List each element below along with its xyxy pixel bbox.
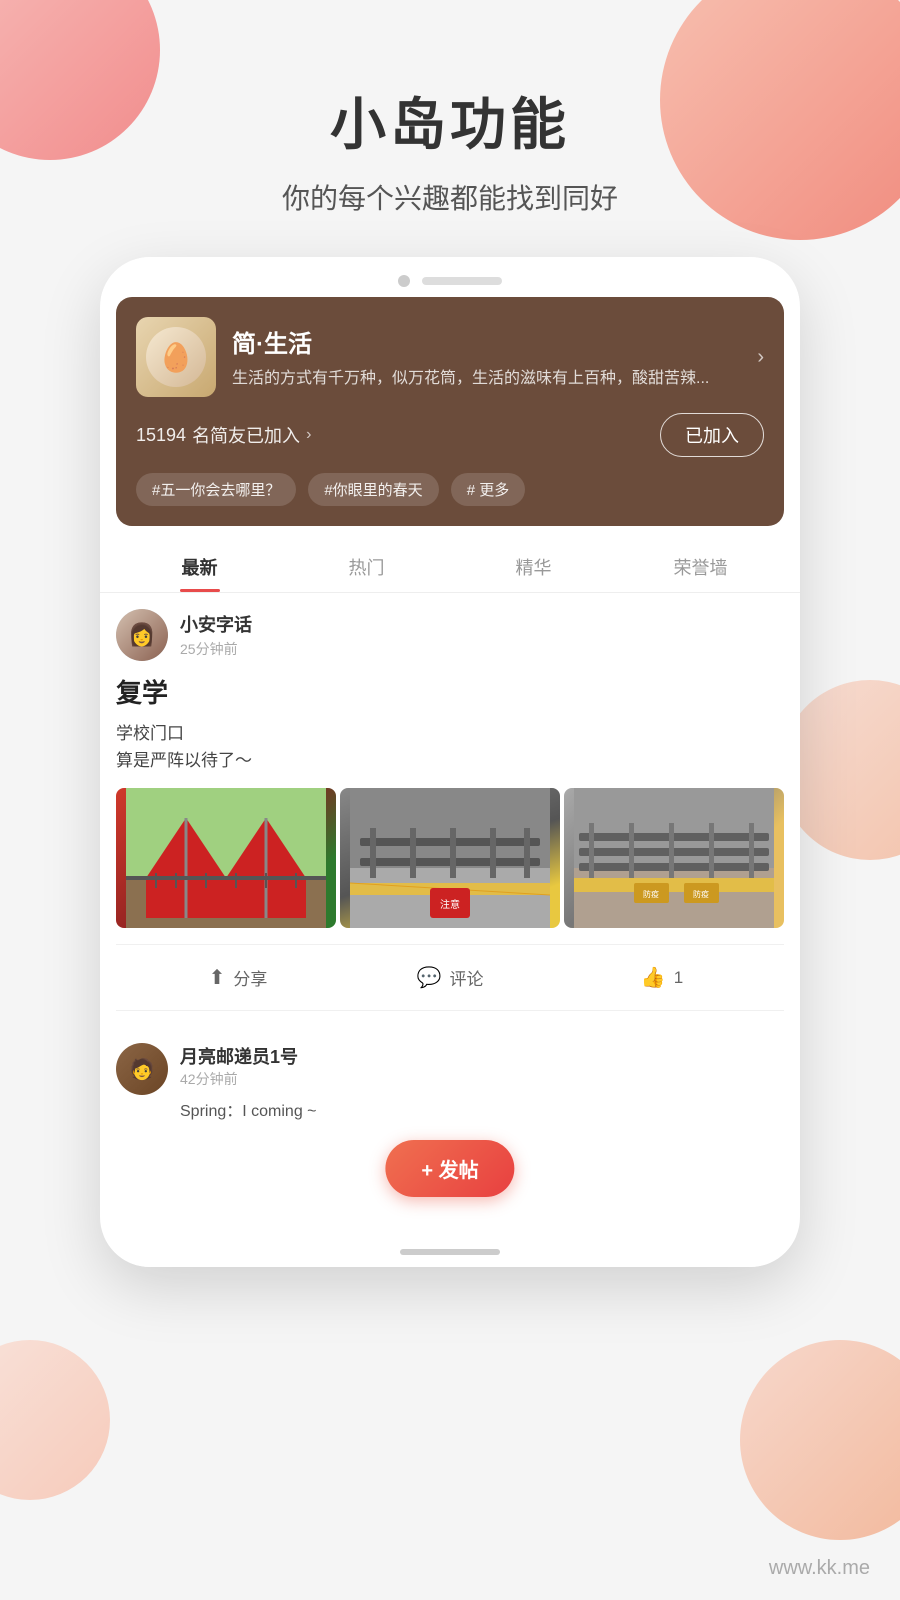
post-avatar-image: 👩 (116, 609, 168, 661)
comment-label: 评论 (449, 965, 483, 990)
post-image-1[interactable] (116, 788, 336, 928)
post-line1: 学校门口 (116, 724, 184, 743)
fab-area: + 发帖 (100, 1137, 800, 1237)
community-desc: 生活的方式有千万种，似万花筒，生活的滋味有上百种，酸甜苦辣... (232, 367, 757, 391)
member-count: 15194 (136, 425, 186, 446)
tab-featured[interactable]: 精华 (450, 542, 617, 592)
member-label: 名简友已加入 (192, 422, 300, 448)
tab-honor[interactable]: 荣誉墙 (617, 542, 784, 592)
bg-circle-bottom-left (0, 1340, 110, 1500)
share-button[interactable]: ⬆ 分享 (132, 953, 344, 1002)
post-time: 25分钟前 (180, 639, 252, 659)
tag-1[interactable]: #五一你会去哪里？ (136, 473, 296, 506)
post2-info: 月亮邮递员1号 42分钟前 Spring：I coming ~ (180, 1043, 317, 1121)
post-text: 学校门口 算是严阵以待了～ (116, 720, 784, 774)
community-member-count[interactable]: 15194 名简友已加入 › (136, 422, 311, 448)
svg-text:注意: 注意 (440, 898, 460, 911)
phone-speaker (422, 277, 502, 285)
community-avatar: 🥚 (136, 317, 216, 397)
fence-svg-2: 防疫 防疫 (564, 788, 784, 928)
svg-text:防疫: 防疫 (643, 889, 659, 899)
tags-row: #五一你会去哪里？ #你眼里的春天 # 更多 (136, 473, 764, 506)
post-username[interactable]: 小安字话 (180, 611, 252, 637)
home-bar (400, 1249, 500, 1255)
tag-2[interactable]: #你眼里的春天 (308, 473, 438, 506)
community-header: 🥚 简·生活 生活的方式有千万种，似万花筒，生活的滋味有上百种，酸甜苦辣... … (136, 317, 764, 397)
post-line2: 算是严阵以待了～ (116, 751, 252, 770)
fab-button[interactable]: + 发帖 (385, 1140, 514, 1197)
join-button[interactable]: 已加入 (660, 413, 764, 457)
community-name: 简·生活 (232, 324, 757, 359)
comment-button[interactable]: 💬 评论 (344, 953, 556, 1002)
post2-avatar: 🧑 (116, 1043, 168, 1095)
tent-svg (116, 788, 336, 928)
action-bar: ⬆ 分享 💬 评论 👍 1 (116, 944, 784, 1011)
fence-svg-1: 注意 (340, 788, 560, 928)
main-title: 小岛功能 (282, 80, 618, 161)
phone-camera (398, 275, 410, 287)
post-image-2[interactable]: 注意 (340, 788, 560, 928)
share-icon: ⬆ (209, 965, 226, 990)
post2-username[interactable]: 月亮邮递员1号 (180, 1043, 317, 1069)
post-header: 👩 小安字话 25分钟前 (116, 609, 784, 661)
community-stats: 15194 名简友已加入 › 已加入 (136, 413, 764, 457)
post-title: 复学 (116, 673, 784, 710)
sub-title: 你的每个兴趣都能找到同好 (282, 177, 618, 217)
share-label: 分享 (233, 965, 267, 990)
post-area: 👩 小安字话 25分钟前 复学 学校门口 算是严阵以待了～ (100, 593, 800, 1027)
watermark-text: www.kk.me (769, 1557, 870, 1579)
post-user-info: 小安字话 25分钟前 (180, 611, 252, 659)
comment-icon: 💬 (417, 965, 442, 990)
community-arrow-icon[interactable]: › (757, 346, 764, 369)
post2-area: 🧑 月亮邮递员1号 42分钟前 Spring：I coming ~ (100, 1027, 800, 1137)
phone-bottom-bar (100, 1237, 800, 1267)
post-image-grid: 注意 (116, 788, 784, 928)
tab-hot[interactable]: 热门 (283, 542, 450, 592)
watermark: www.kk.me (769, 1557, 870, 1580)
tab-latest[interactable]: 最新 (116, 542, 283, 592)
post-image-3[interactable]: 防疫 防疫 (564, 788, 784, 928)
post2-time: 42分钟前 (180, 1069, 317, 1089)
community-info: 简·生活 生活的方式有千万种，似万花筒，生活的滋味有上百种，酸甜苦辣... (232, 324, 757, 391)
like-count: 1 (674, 968, 683, 988)
avatar-inner: 🥚 (146, 327, 206, 387)
bg-circle-bottom-right (740, 1340, 900, 1540)
phone-mockup: 🥚 简·生活 生活的方式有千万种，似万花筒，生活的滋味有上百种，酸甜苦辣... … (100, 257, 800, 1267)
title-section: 小岛功能 你的每个兴趣都能找到同好 (282, 80, 618, 217)
post2-preview: Spring：I coming ~ (180, 1097, 317, 1121)
stats-arrow-icon: › (306, 426, 311, 444)
svg-text:防疫: 防疫 (693, 889, 709, 899)
like-icon: 👍 (641, 965, 666, 990)
community-card: 🥚 简·生活 生活的方式有千万种，似万花筒，生活的滋味有上百种，酸甜苦辣... … (116, 297, 784, 526)
like-button[interactable]: 👍 1 (556, 953, 768, 1002)
tag-more[interactable]: # 更多 (451, 473, 526, 506)
phone-top-bar (100, 257, 800, 297)
tabs-row: 最新 热门 精华 荣誉墙 (100, 526, 800, 593)
post-avatar: 👩 (116, 609, 168, 661)
